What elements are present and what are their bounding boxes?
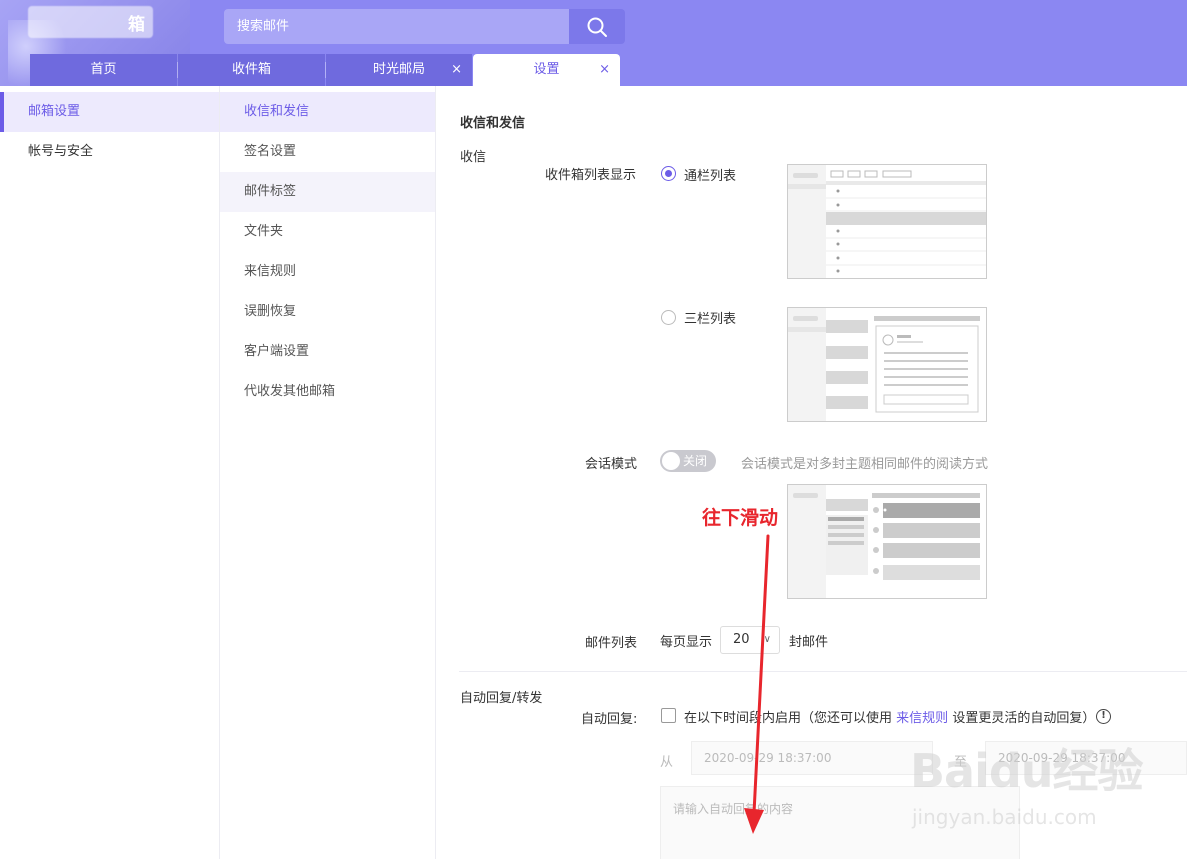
from-label: 从	[660, 755, 674, 770]
three-column-preview-image	[788, 308, 980, 421]
subnav-item-send-receive[interactable]: 收信和发信	[220, 92, 435, 132]
auto-reply-text-1: 在以下时间段内启用（您还可以使用	[684, 711, 893, 726]
radio-full-list[interactable]	[661, 166, 676, 181]
conversation-mode-toggle[interactable]: 关闭	[660, 450, 716, 472]
inbox-display-label: 收件箱列表显示	[545, 168, 637, 183]
search-input[interactable]: 搜索邮件	[224, 9, 569, 44]
auto-reply-section-label: 自动回复/转发	[460, 691, 543, 706]
full-list-preview	[787, 164, 987, 279]
header: 箱 搜索邮件 首页 收件箱 时光邮局 × 设置 ×	[0, 0, 1187, 86]
watermark-url: jingyan.baidu.com	[912, 805, 1097, 829]
conversation-preview	[787, 484, 987, 599]
mail-list-label: 邮件列表	[585, 636, 638, 651]
scroll-down-arrow-icon	[744, 534, 770, 834]
toggle-state-text: 关闭	[683, 454, 708, 468]
subnav-item-signature[interactable]: 签名设置	[220, 132, 435, 172]
full-list-preview-image	[788, 165, 986, 278]
subnav-item-label: 签名设置	[244, 144, 297, 159]
section-divider	[459, 671, 1187, 672]
subnav-item-label: 代收发其他邮箱	[244, 384, 336, 399]
subnav-item-client-settings[interactable]: 客户端设置	[220, 332, 435, 372]
option-three-column-label: 三栏列表	[684, 312, 737, 327]
nav-item-account-security[interactable]: 帐号与安全	[0, 132, 219, 172]
tab-label: 设置	[533, 62, 560, 77]
watermark-brand: Baidu经验	[910, 744, 1144, 798]
baidu-watermark: Baidu经验 jingyan.baidu.com	[910, 735, 1180, 835]
tab-bar: 首页 收件箱 时光邮局 × 设置 ×	[0, 54, 1187, 86]
three-column-preview	[787, 307, 987, 422]
conversation-preview-image	[788, 485, 980, 598]
auto-reply-label: 自动回复:	[581, 712, 638, 727]
section-title: 收信和发信	[460, 116, 526, 131]
subnav-item-label: 来信规则	[244, 264, 297, 279]
from-datetime-input[interactable]: 2020-09-29 18:37:00	[691, 741, 933, 775]
close-icon[interactable]: ×	[451, 54, 462, 86]
subnav-item-mail-rules[interactable]: 来信规则	[220, 252, 435, 292]
subnav-item-other-mailbox[interactable]: 代收发其他邮箱	[220, 372, 435, 412]
close-icon[interactable]: ×	[599, 54, 610, 86]
tab-settings[interactable]: 设置 ×	[473, 54, 620, 86]
settings-subnav: 收信和发信 签名设置 邮件标签 文件夹 来信规则 误删恢复 客户端设置 代收发其…	[220, 86, 436, 859]
per-page-prefix: 每页显示	[660, 635, 713, 650]
nav-item-label: 帐号与安全	[28, 144, 94, 159]
subnav-item-label: 文件夹	[244, 224, 284, 239]
logo-text: 箱	[128, 15, 145, 35]
settings-category-nav: 邮箱设置 帐号与安全	[0, 86, 220, 859]
auto-reply-checkbox[interactable]	[661, 708, 676, 723]
subnav-item-mail-tags[interactable]: 邮件标签	[220, 172, 435, 212]
subnav-item-label: 收信和发信	[244, 104, 310, 119]
mail-rules-link[interactable]: 来信规则	[896, 711, 948, 726]
subnav-item-label: 邮件标签	[244, 184, 297, 199]
subnav-item-label: 误删恢复	[244, 304, 297, 319]
info-icon[interactable]: !	[1096, 709, 1111, 724]
subnav-item-label: 客户端设置	[244, 344, 310, 359]
receive-label: 收信	[460, 150, 487, 165]
conversation-mode-label: 会话模式	[585, 457, 638, 472]
option-full-list-label: 通栏列表	[684, 169, 737, 184]
search-icon	[587, 17, 607, 37]
per-page-suffix: 封邮件	[789, 635, 829, 650]
scroll-down-annotation: 往下滑动	[702, 507, 779, 529]
nav-item-mailbox-settings[interactable]: 邮箱设置	[0, 92, 219, 132]
tab-home[interactable]: 首页	[30, 54, 177, 86]
auto-reply-text-2: 设置更灵活的自动回复）	[952, 711, 1096, 726]
search-button[interactable]	[569, 9, 625, 44]
tab-label: 时光邮局	[372, 62, 425, 77]
radio-three-column-list[interactable]	[661, 310, 676, 325]
conversation-mode-desc: 会话模式是对多封主题相同邮件的阅读方式	[741, 457, 989, 472]
toggle-knob	[662, 452, 680, 470]
tab-label: 首页	[90, 62, 117, 77]
tab-label: 收件箱	[231, 62, 271, 77]
subnav-item-recovery[interactable]: 误删恢复	[220, 292, 435, 332]
subnav-item-folders[interactable]: 文件夹	[220, 212, 435, 252]
nav-item-label: 邮箱设置	[28, 104, 81, 119]
tab-time-post[interactable]: 时光邮局 ×	[326, 54, 472, 86]
tab-inbox[interactable]: 收件箱	[178, 54, 325, 86]
